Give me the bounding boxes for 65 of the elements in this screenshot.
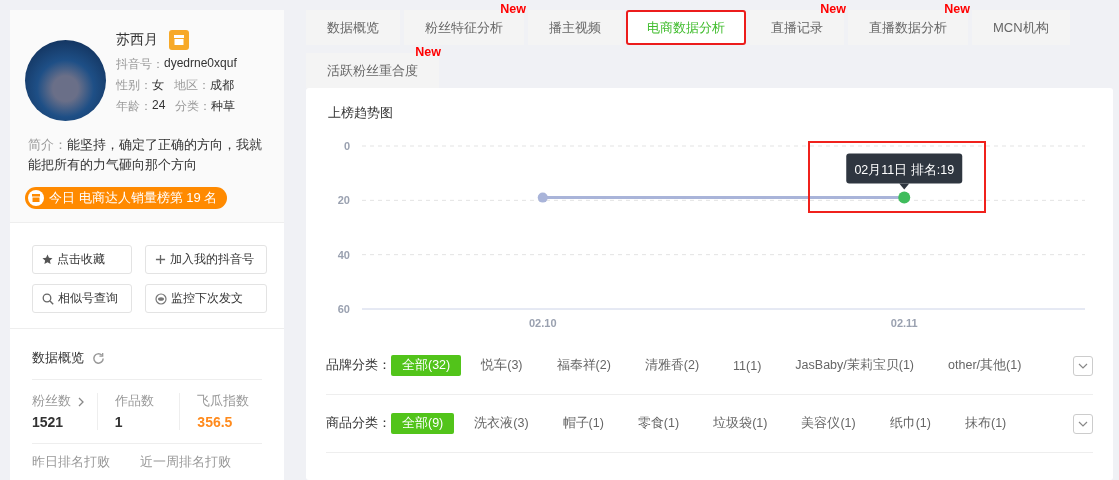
eye-icon bbox=[155, 292, 167, 305]
x-tick-label: 02.10 bbox=[529, 317, 557, 329]
filter-label: 商品分类： bbox=[326, 415, 391, 432]
y-tick-label: 40 bbox=[337, 248, 350, 261]
tooltip: 02月11日 排名:19 bbox=[846, 153, 963, 190]
annotation: 02月11日 排名:19 bbox=[854, 162, 955, 177]
data-point[interactable] bbox=[898, 191, 911, 204]
x-tick-label: 02.11 bbox=[890, 317, 918, 329]
tab[interactable]: MCN机构 bbox=[972, 10, 1070, 45]
filter-option[interactable]: 11(1) bbox=[719, 356, 776, 375]
y-tick-label: 60 bbox=[337, 303, 350, 315]
filter-option[interactable]: 帽子(1) bbox=[548, 413, 618, 434]
field-label: 分类： bbox=[175, 98, 212, 115]
filter-option[interactable]: JasBaby/茉莉宝贝(1) bbox=[781, 355, 929, 376]
action-button[interactable]: 监控下次发文 bbox=[145, 284, 267, 313]
filter-option[interactable]: 零食(1) bbox=[623, 413, 694, 434]
refresh-icon[interactable] bbox=[92, 351, 105, 365]
action-button[interactable]: 相似号查询 bbox=[32, 284, 132, 313]
y-tick-label: 20 bbox=[337, 194, 350, 207]
field-value: 24 bbox=[152, 98, 166, 114]
filter-option[interactable]: 悦车(3) bbox=[467, 355, 537, 376]
filter-option[interactable]: 洗衣液(3) bbox=[460, 413, 543, 434]
action-button[interactable]: 点击收藏 bbox=[32, 245, 132, 274]
rank-text: 今日 电商达人销量榜第 19 名 bbox=[49, 189, 218, 207]
filter-option[interactable]: 垃圾袋(1) bbox=[699, 413, 782, 434]
filter-label: 品牌分类： bbox=[326, 357, 391, 374]
action-button[interactable]: 加入我的抖音号 bbox=[145, 245, 267, 274]
chart-title: 上榜趋势图 bbox=[328, 105, 394, 122]
filter-option[interactable]: 抹布(1) bbox=[950, 413, 1021, 434]
field-value: 成都 bbox=[210, 77, 234, 94]
data-point[interactable] bbox=[537, 192, 548, 203]
store-icon bbox=[169, 30, 189, 50]
field-label: 地区： bbox=[174, 77, 210, 94]
filter-option[interactable]: 纸巾(1) bbox=[875, 413, 945, 434]
expand-button[interactable] bbox=[1073, 413, 1093, 434]
stat-label: 粉丝数 bbox=[32, 393, 71, 410]
field-value: dyedrne0xquf bbox=[164, 56, 237, 72]
field-label: 抖音号： bbox=[116, 56, 164, 73]
stat-value: 356.5 bbox=[197, 414, 234, 430]
user-name: 苏西月 bbox=[116, 31, 158, 49]
expand-button[interactable] bbox=[1073, 355, 1093, 376]
tab[interactable]: 播主视频 bbox=[528, 10, 622, 45]
chevron-down-icon bbox=[1078, 420, 1088, 427]
plus-icon bbox=[155, 254, 166, 265]
stat-value: 1 bbox=[114, 414, 124, 430]
field-label: 性别： bbox=[116, 77, 152, 94]
stat-label: 昨日排名打败 bbox=[32, 454, 110, 471]
chevron-right-icon[interactable] bbox=[77, 396, 85, 407]
chevron-down-icon bbox=[1078, 362, 1088, 369]
field-value: 女 bbox=[152, 77, 164, 94]
field-label: 年龄： bbox=[116, 98, 152, 115]
stat-label: 作品数 bbox=[114, 393, 154, 410]
filter-option[interactable]: 清雅香(2) bbox=[630, 355, 714, 376]
field-value: 种草 bbox=[211, 98, 236, 115]
filter-option[interactable]: 福奉祥(2) bbox=[542, 355, 625, 376]
stat-value: 1521 bbox=[32, 414, 65, 430]
filter-option[interactable]: other/其他(1) bbox=[934, 355, 1036, 376]
tab[interactable]: 数据概览 bbox=[306, 10, 400, 45]
bio-text: 简介：能坚持，确定了正确的方向，我就能把所有的力气砸向那个方向 bbox=[27, 137, 263, 174]
filter-option[interactable]: 美容仪(1) bbox=[787, 413, 870, 434]
star-icon bbox=[42, 254, 53, 265]
stat-label: 飞瓜指数 bbox=[197, 393, 250, 410]
search-icon bbox=[42, 292, 54, 305]
y-tick-label: 0 bbox=[343, 140, 350, 152]
section-title: 数据概览 bbox=[32, 349, 84, 367]
